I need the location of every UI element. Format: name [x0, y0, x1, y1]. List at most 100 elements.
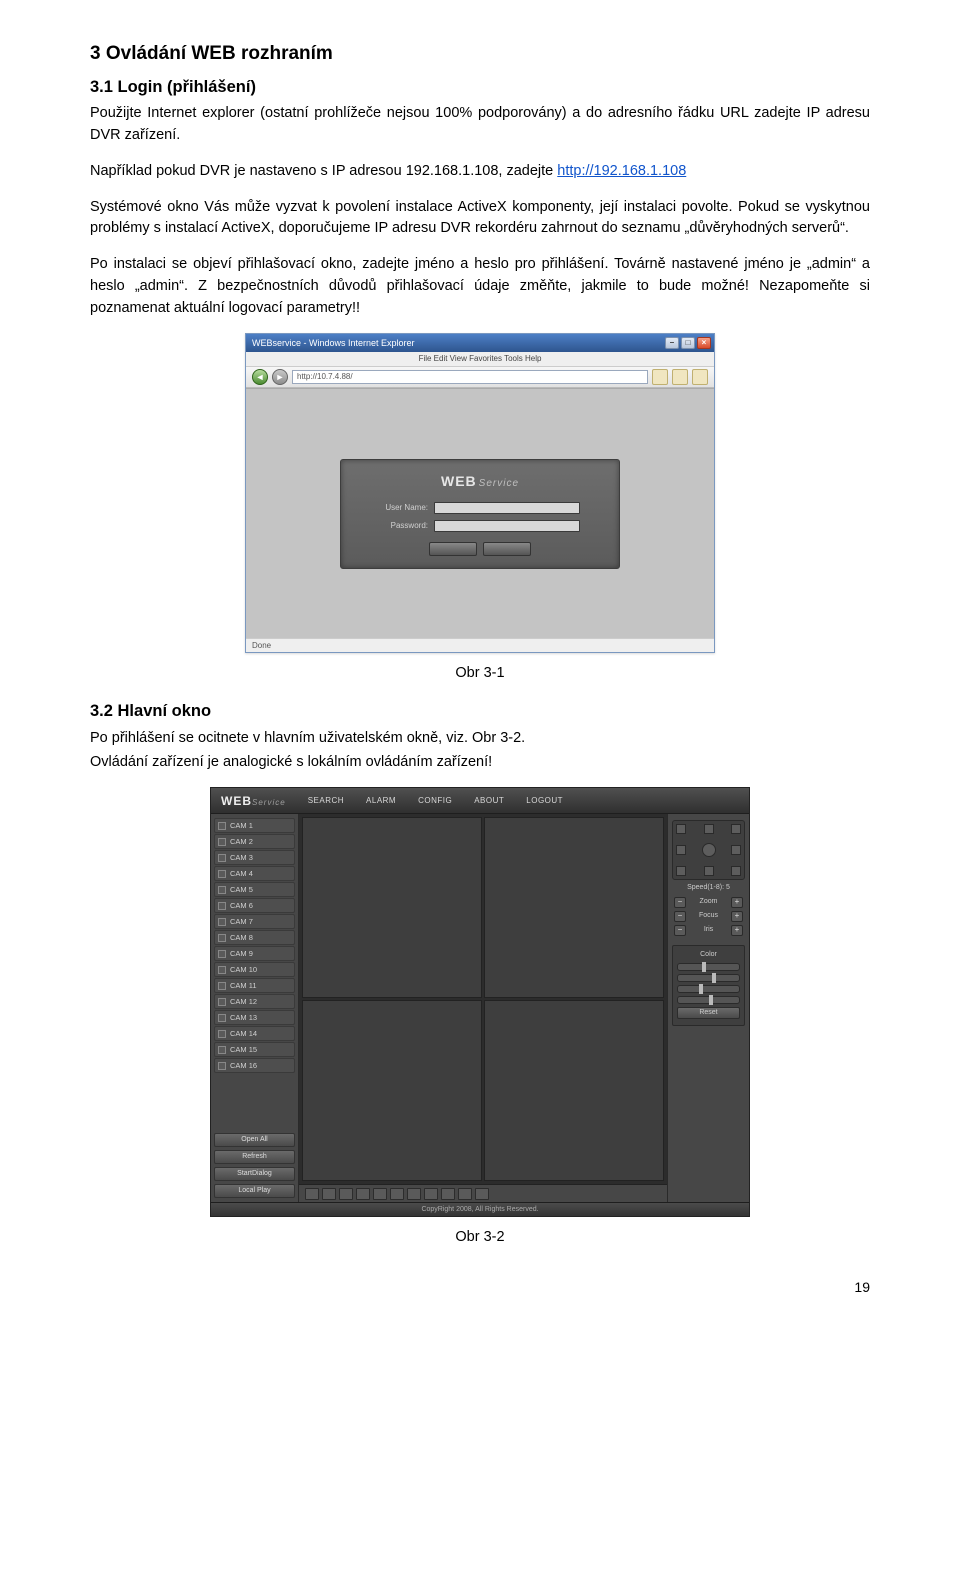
camera-list-item[interactable]: CAM 15 [214, 1042, 295, 1057]
paragraph-intro: Použijte Internet explorer (ostatní proh… [90, 103, 870, 147]
layout-1-icon[interactable] [305, 1188, 319, 1200]
paragraph-example-ip-text: Například pokud DVR je nastaveno s IP ad… [90, 163, 557, 179]
iris-plus-icon[interactable]: + [731, 925, 743, 936]
focus-label: Focus [686, 911, 731, 922]
local-play-button[interactable]: Local Play [214, 1184, 295, 1198]
camera-icon [218, 854, 226, 862]
color-panel: Color Reset [672, 945, 745, 1027]
camera-list-item[interactable]: CAM 11 [214, 978, 295, 993]
camera-icon [218, 934, 226, 942]
ptz-down-icon[interactable] [704, 866, 714, 876]
open-all-button[interactable]: Open All [214, 1133, 295, 1147]
camera-list-item[interactable]: CAM 2 [214, 834, 295, 849]
layout-20-icon[interactable] [424, 1188, 438, 1200]
camera-list-item[interactable]: CAM 1 [214, 818, 295, 833]
layout-9-icon[interactable] [373, 1188, 387, 1200]
username-input[interactable] [434, 502, 580, 514]
camera-label: CAM 14 [230, 1028, 257, 1039]
password-input[interactable] [434, 520, 580, 532]
paragraph-login-defaults: Po instalaci se objeví přihlašovací okno… [90, 254, 870, 319]
dvr-footer: CopyRight 2008, All Rights Reserved. [211, 1202, 749, 1216]
ie-menu-bar[interactable]: File Edit View Favorites Tools Help [246, 352, 714, 366]
camera-list-item[interactable]: CAM 3 [214, 850, 295, 865]
ptz-up-left-icon[interactable] [676, 824, 686, 834]
focus-minus-icon[interactable]: − [674, 911, 686, 922]
color-label: Color [677, 950, 740, 961]
saturation-slider[interactable] [677, 985, 740, 993]
camera-label: CAM 11 [230, 980, 257, 991]
layout-25-icon[interactable] [441, 1188, 455, 1200]
zoom-minus-icon[interactable]: − [674, 897, 686, 908]
camera-list-item[interactable]: CAM 13 [214, 1010, 295, 1025]
camera-list-item[interactable]: CAM 9 [214, 946, 295, 961]
ptz-left-icon[interactable] [676, 845, 686, 855]
nav-search[interactable]: SEARCH [308, 795, 344, 807]
camera-list-item[interactable]: CAM 10 [214, 962, 295, 977]
video-cell[interactable] [484, 1000, 664, 1181]
dvr-topbar: WEBService SEARCH ALARM CONFIG ABOUT LOG… [211, 788, 749, 814]
figure-3-1: WEBservice - Windows Internet Explorer –… [90, 333, 870, 653]
nav-logout[interactable]: LOGOUT [526, 795, 563, 807]
ptz-panel: Speed(1-8): 5 −Zoom+ −Focus+ −Iris+ Colo… [667, 814, 749, 1202]
ie-window: WEBservice - Windows Internet Explorer –… [245, 333, 715, 653]
layout-8-icon[interactable] [356, 1188, 370, 1200]
start-dialog-button[interactable]: StartDialog [214, 1167, 295, 1181]
camera-list-item[interactable]: CAM 4 [214, 866, 295, 881]
address-bar[interactable]: http://10.7.4.88/ [292, 370, 648, 384]
video-grid [299, 814, 667, 1184]
login-button[interactable] [429, 542, 477, 556]
contrast-slider[interactable] [677, 974, 740, 982]
camera-icon [218, 870, 226, 878]
camera-list-item[interactable]: CAM 12 [214, 994, 295, 1009]
reset-button[interactable]: Reset [677, 1007, 740, 1019]
layout-16-icon[interactable] [407, 1188, 421, 1200]
camera-icon [218, 1046, 226, 1054]
ptz-up-right-icon[interactable] [731, 824, 741, 834]
back-icon[interactable]: ◄ [252, 369, 268, 385]
camera-icon [218, 950, 226, 958]
refresh-button[interactable]: Refresh [214, 1150, 295, 1164]
video-cell[interactable] [302, 1000, 482, 1181]
video-cell[interactable] [302, 817, 482, 998]
example-url-link[interactable]: http://192.168.1.108 [557, 163, 686, 179]
layout-4-icon[interactable] [322, 1188, 336, 1200]
ptz-right-icon[interactable] [731, 845, 741, 855]
login-panel: WEBService User Name: Password: [340, 459, 620, 569]
camera-list-item[interactable]: CAM 8 [214, 930, 295, 945]
ptz-center-icon[interactable] [702, 843, 716, 857]
camera-list-item[interactable]: CAM 6 [214, 898, 295, 913]
ptz-up-icon[interactable] [704, 824, 714, 834]
iris-minus-icon[interactable]: − [674, 925, 686, 936]
nav-alarm[interactable]: ALARM [366, 795, 396, 807]
maximize-icon[interactable]: □ [681, 337, 695, 349]
username-label: User Name: [380, 502, 428, 514]
close-icon[interactable]: × [697, 337, 711, 349]
ptz-down-right-icon[interactable] [731, 866, 741, 876]
ptz-down-left-icon[interactable] [676, 866, 686, 876]
home-icon[interactable] [672, 369, 688, 385]
video-cell[interactable] [484, 817, 664, 998]
minimize-icon[interactable]: – [665, 337, 679, 349]
nav-config[interactable]: CONFIG [418, 795, 452, 807]
camera-list-item[interactable]: CAM 14 [214, 1026, 295, 1041]
cancel-button[interactable] [483, 542, 531, 556]
login-brand-logo: WEBService [441, 471, 519, 492]
layout-6-icon[interactable] [339, 1188, 353, 1200]
brightness-slider[interactable] [677, 963, 740, 971]
camera-icon [218, 998, 226, 1006]
camera-icon [218, 918, 226, 926]
focus-plus-icon[interactable]: + [731, 911, 743, 922]
nav-about[interactable]: ABOUT [474, 795, 504, 807]
fullscreen-icon[interactable] [475, 1188, 489, 1200]
layout-36-icon[interactable] [458, 1188, 472, 1200]
print-icon[interactable] [692, 369, 708, 385]
camera-list-item[interactable]: CAM 16 [214, 1058, 295, 1073]
forward-icon[interactable]: ► [272, 369, 288, 385]
login-brand-text: WEB [441, 473, 477, 489]
camera-list-item[interactable]: CAM 7 [214, 914, 295, 929]
zoom-plus-icon[interactable]: + [731, 897, 743, 908]
layout-13-icon[interactable] [390, 1188, 404, 1200]
camera-list-item[interactable]: CAM 5 [214, 882, 295, 897]
hue-slider[interactable] [677, 996, 740, 1004]
refresh-icon[interactable] [652, 369, 668, 385]
